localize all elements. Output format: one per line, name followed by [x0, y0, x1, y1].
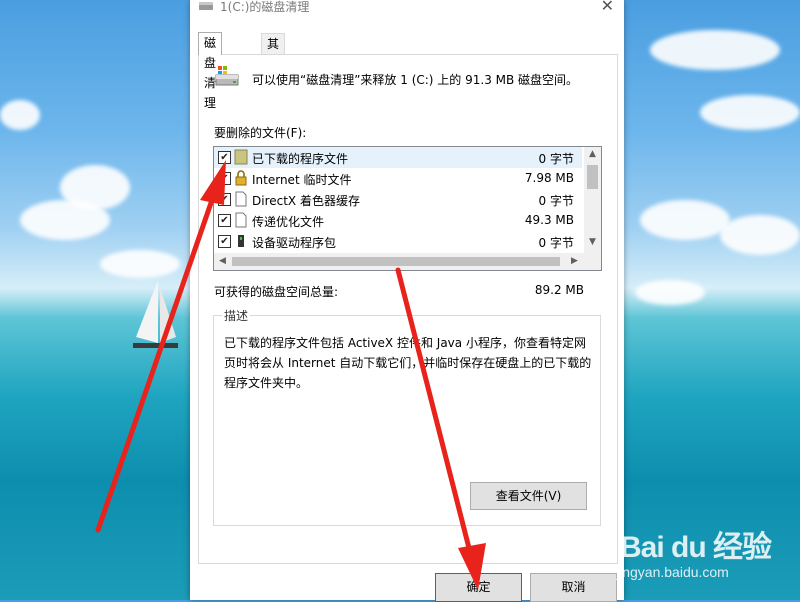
checkbox[interactable]: ✔: [218, 193, 231, 206]
cloud: [0, 100, 40, 130]
file-size: 0 字节: [538, 194, 574, 208]
file-size: 0 字节: [538, 152, 574, 166]
scroll-thumb[interactable]: [587, 165, 598, 189]
scrollbar-corner: [584, 253, 601, 270]
scroll-left-icon[interactable]: ◀: [214, 256, 231, 266]
total-space-value: 89.2 MB: [534, 283, 584, 297]
checkbox[interactable]: ✔: [218, 151, 231, 164]
vertical-scrollbar[interactable]: ▲ ▼: [584, 147, 601, 253]
intro-text: 可以使用“磁盘清理”来释放 1 (C:) 上的 91.3 MB 磁盘空间。: [252, 73, 579, 87]
list-item[interactable]: ✔ 设备驱动程序包 0 字节: [214, 231, 582, 252]
file-name: DirectX 着色器缓存: [252, 194, 360, 208]
scroll-thumb[interactable]: [232, 257, 560, 266]
cloud: [635, 280, 705, 305]
file-icon: [235, 191, 247, 207]
cancel-button[interactable]: 取消: [530, 573, 617, 602]
description-group: 描述 已下载的程序文件包括 ActiveX 控件和 Java 小程序，你查看特定…: [213, 307, 601, 526]
view-files-button[interactable]: 查看文件(V): [470, 482, 587, 510]
file-name: 已下载的程序文件: [252, 152, 349, 166]
file-size: 0 字节: [538, 236, 574, 250]
files-to-delete-label: 要删除的文件(F):: [214, 126, 307, 140]
disk-cleanup-dialog: 1(C:)的磁盘清理 ✕ 磁盘清理 其他选项 可以使用“磁盘清理”来释放 1 (…: [190, 0, 624, 602]
sailboat-image: [133, 280, 178, 348]
cloud: [650, 30, 780, 70]
device-icon: [238, 235, 244, 247]
checkbox[interactable]: ✔: [218, 172, 231, 185]
watermark-logo: Bai du 经验: [620, 531, 772, 564]
file-icon: [235, 212, 247, 228]
total-space-label: 可获得的磁盘空间总量:: [214, 285, 339, 299]
baidu-jingyan-watermark: Bai du 经验 jingyan.baidu.com: [612, 520, 792, 590]
file-size: 7.98 MB: [524, 171, 574, 185]
cloud: [60, 165, 130, 210]
file-name: 设备驱动程序包: [252, 236, 337, 250]
files-list[interactable]: ✔ 已下载的程序文件 0 字节 ✔ Internet 临时文件 7.98 MB …: [213, 146, 602, 271]
tab-more-options[interactable]: 其他选项: [261, 33, 286, 111]
window-title: 1(C:)的磁盘清理: [220, 0, 310, 14]
cloud: [720, 215, 800, 255]
description-title: 描述: [222, 307, 251, 324]
cloud: [640, 200, 730, 240]
file-name: Internet 临时文件: [252, 173, 352, 187]
hard-drive-icon: [215, 66, 239, 86]
list-item[interactable]: ✔ DirectX 着色器缓存 0 字节: [214, 189, 582, 210]
checkbox[interactable]: ✔: [218, 235, 231, 248]
list-item[interactable]: ✔ 已下载的程序文件 0 字节: [214, 147, 582, 168]
close-button[interactable]: ✕: [601, 0, 614, 14]
list-item[interactable]: ✔ 传递优化文件 49.3 MB: [214, 210, 582, 231]
watermark-url: jingyan.baidu.com: [616, 564, 729, 580]
checkbox[interactable]: ✔: [218, 214, 231, 227]
scroll-right-icon[interactable]: ▶: [566, 256, 583, 266]
scroll-down-icon[interactable]: ▼: [584, 237, 601, 247]
folder-icon: [234, 149, 248, 165]
description-text: 已下载的程序文件包括 ActiveX 控件和 Java 小程序，你查看特定网页时…: [224, 336, 592, 390]
file-size: 49.3 MB: [524, 213, 574, 227]
file-name: 传递优化文件: [252, 215, 325, 229]
scroll-up-icon[interactable]: ▲: [584, 149, 601, 159]
tab-panel: 可以使用“磁盘清理”来释放 1 (C:) 上的 91.3 MB 磁盘空间。 要删…: [198, 54, 618, 564]
cloud: [100, 250, 180, 278]
horizontal-scrollbar[interactable]: ◀ ▶: [214, 253, 584, 270]
tab-disk-cleanup[interactable]: 磁盘清理: [198, 32, 223, 110]
list-item[interactable]: ✔ Internet 临时文件 7.98 MB: [214, 168, 582, 189]
lock-icon: [235, 170, 247, 186]
title-bar: 1(C:)的磁盘清理 ✕: [190, 0, 624, 16]
ok-button[interactable]: 确定: [435, 573, 522, 602]
drive-icon: [199, 2, 213, 10]
cloud: [700, 95, 800, 130]
